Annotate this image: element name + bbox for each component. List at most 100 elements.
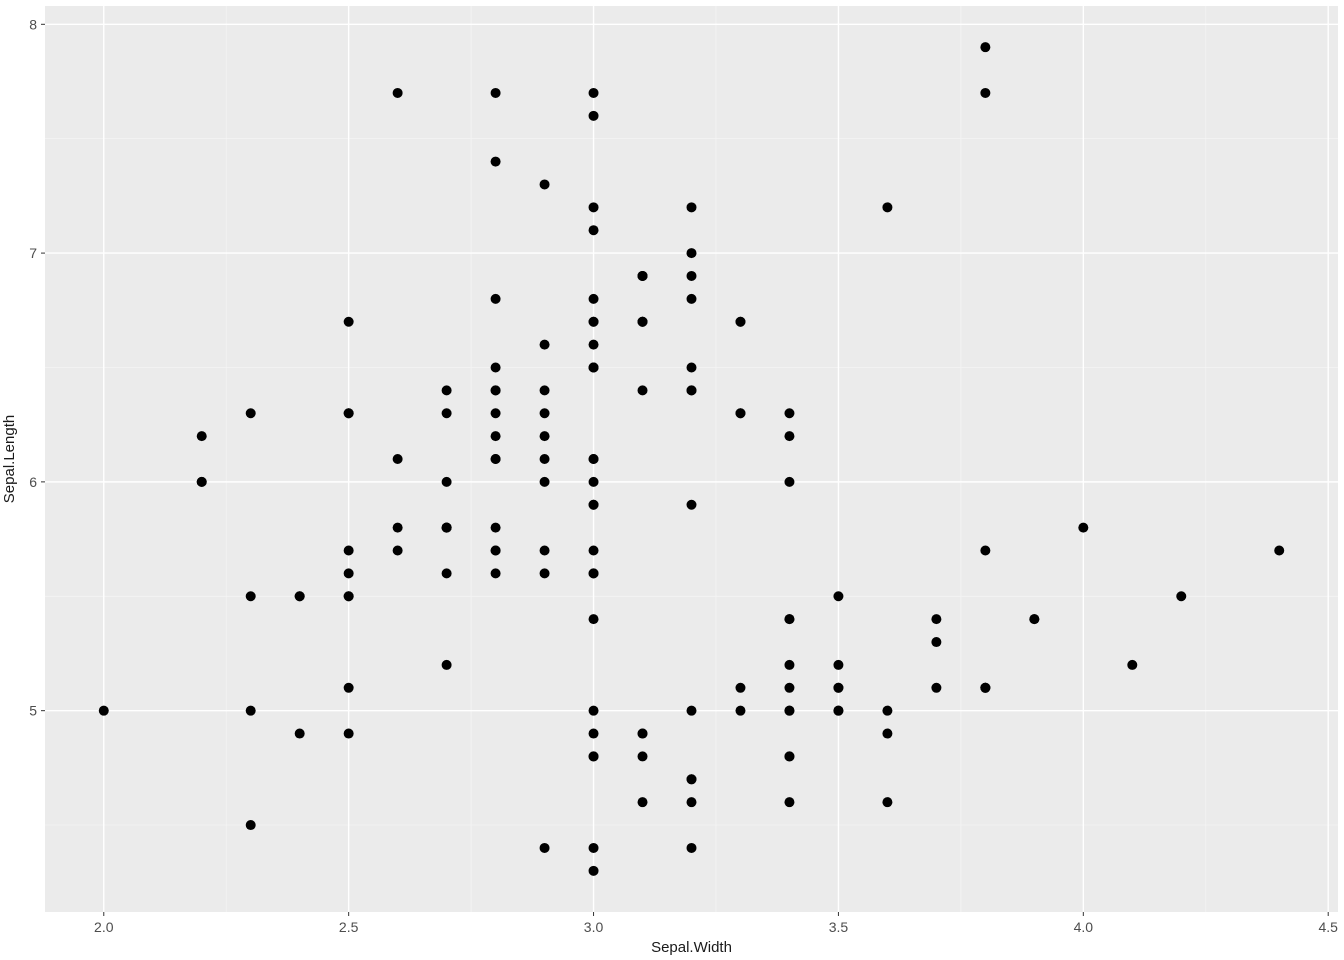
data-point — [491, 88, 501, 98]
data-point — [491, 408, 501, 418]
data-point — [589, 706, 599, 716]
data-point — [784, 431, 794, 441]
data-point — [442, 385, 452, 395]
data-point — [735, 408, 745, 418]
data-point — [784, 683, 794, 693]
data-point — [540, 454, 550, 464]
data-point — [784, 751, 794, 761]
data-point — [197, 477, 207, 487]
x-tick-label: 3.5 — [829, 919, 849, 935]
data-point — [589, 500, 599, 510]
data-point — [491, 385, 501, 395]
data-point — [344, 546, 354, 556]
data-point — [589, 362, 599, 372]
data-point — [442, 568, 452, 578]
data-point — [344, 568, 354, 578]
data-point — [589, 751, 599, 761]
data-point — [589, 454, 599, 464]
data-point — [246, 820, 256, 830]
data-point — [638, 317, 648, 327]
data-point — [491, 568, 501, 578]
data-point — [735, 683, 745, 693]
y-tick-label: 8 — [29, 16, 37, 32]
chart-svg: 2.02.53.03.54.04.55678Sepal.WidthSepal.L… — [0, 0, 1344, 960]
data-point — [687, 294, 697, 304]
data-point — [638, 271, 648, 281]
data-point — [638, 751, 648, 761]
data-point — [784, 477, 794, 487]
data-point — [540, 385, 550, 395]
data-point — [295, 591, 305, 601]
data-point — [491, 546, 501, 556]
data-point — [540, 843, 550, 853]
data-point — [687, 385, 697, 395]
data-point — [589, 88, 599, 98]
data-point — [687, 362, 697, 372]
data-point — [344, 317, 354, 327]
data-point — [589, 225, 599, 235]
x-tick-label: 4.5 — [1318, 919, 1338, 935]
data-point — [882, 202, 892, 212]
data-point — [99, 706, 109, 716]
data-point — [540, 477, 550, 487]
data-point — [735, 317, 745, 327]
data-point — [393, 454, 403, 464]
data-point — [491, 157, 501, 167]
data-point — [980, 88, 990, 98]
data-point — [491, 431, 501, 441]
data-point — [246, 591, 256, 601]
data-point — [393, 88, 403, 98]
data-point — [980, 42, 990, 52]
data-point — [589, 111, 599, 121]
data-point — [784, 408, 794, 418]
data-point — [540, 340, 550, 350]
x-tick-label: 2.0 — [94, 919, 114, 935]
data-point — [589, 294, 599, 304]
data-point — [980, 683, 990, 693]
data-point — [589, 866, 599, 876]
y-axis-title: Sepal.Length — [1, 415, 18, 503]
data-point — [344, 408, 354, 418]
data-point — [833, 683, 843, 693]
data-point — [491, 454, 501, 464]
data-point — [687, 706, 697, 716]
data-point — [931, 683, 941, 693]
data-point — [589, 843, 599, 853]
data-point — [833, 591, 843, 601]
data-point — [589, 202, 599, 212]
data-point — [442, 477, 452, 487]
data-point — [1274, 546, 1284, 556]
data-point — [246, 706, 256, 716]
data-point — [442, 408, 452, 418]
data-point — [784, 614, 794, 624]
data-point — [197, 431, 207, 441]
data-point — [833, 706, 843, 716]
data-point — [491, 523, 501, 533]
data-point — [638, 729, 648, 739]
data-point — [687, 774, 697, 784]
data-point — [735, 706, 745, 716]
data-point — [540, 431, 550, 441]
data-point — [980, 546, 990, 556]
x-tick-label: 2.5 — [339, 919, 359, 935]
data-point — [491, 294, 501, 304]
data-point — [393, 523, 403, 533]
data-point — [540, 546, 550, 556]
data-point — [589, 568, 599, 578]
data-point — [1078, 523, 1088, 533]
data-point — [246, 408, 256, 418]
data-point — [931, 614, 941, 624]
y-tick-label: 5 — [29, 703, 37, 719]
y-tick-label: 6 — [29, 474, 37, 490]
y-tick-label: 7 — [29, 245, 37, 261]
data-point — [1029, 614, 1039, 624]
data-point — [638, 385, 648, 395]
data-point — [687, 843, 697, 853]
data-point — [344, 683, 354, 693]
data-point — [687, 202, 697, 212]
data-point — [882, 706, 892, 716]
data-point — [1176, 591, 1186, 601]
data-point — [687, 248, 697, 258]
data-point — [1127, 660, 1137, 670]
data-point — [784, 706, 794, 716]
